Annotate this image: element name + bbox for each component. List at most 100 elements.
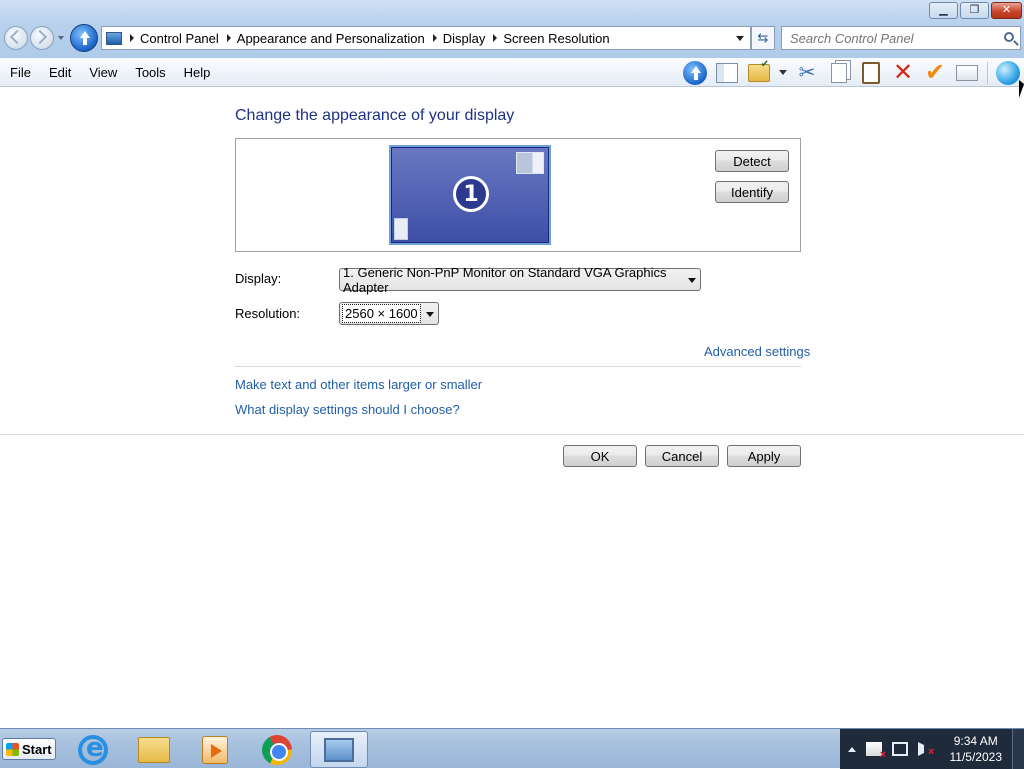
chevron-down-icon	[426, 312, 434, 317]
advanced-settings-link[interactable]: Advanced settings	[704, 344, 810, 359]
display-label: Display:	[235, 271, 282, 286]
control-panel-icon	[106, 31, 122, 45]
title-bar: ▁ ❐ ✕ Control Panel Appearance and Perso…	[0, 0, 1024, 58]
search-input[interactable]	[790, 30, 1000, 46]
which-settings-link[interactable]: What display settings should I choose?	[235, 402, 460, 417]
window-thumbnail-icon	[516, 152, 544, 174]
taskbar-file-explorer[interactable]	[125, 731, 183, 768]
menu-bar: File Edit View Tools Help ✔ ✂ ✕ ✔	[0, 58, 1024, 87]
text-size-link[interactable]: Make text and other items larger or smal…	[235, 377, 482, 392]
monitor-1-preview[interactable]: 1	[389, 145, 551, 245]
restore-button[interactable]: ❐	[960, 2, 989, 19]
show-hidden-icons-icon[interactable]	[848, 746, 856, 752]
menu-edit[interactable]: Edit	[41, 65, 79, 80]
forward-button[interactable]	[30, 26, 54, 50]
taskbar-internet-explorer[interactable]	[64, 731, 122, 768]
network-icon[interactable]	[892, 742, 908, 756]
back-arrow-icon	[9, 29, 25, 45]
display-select[interactable]: 1. Generic Non-PnP Monitor on Standard V…	[339, 265, 701, 295]
toolbar-delete-button[interactable]: ✕	[890, 59, 916, 86]
screen-resolution-window: ▁ ❐ ✕ Control Panel Appearance and Perso…	[0, 0, 1024, 728]
toolbar-pane-button[interactable]	[714, 61, 740, 85]
internet-explorer-icon	[78, 733, 108, 765]
footer-divider	[0, 434, 1024, 435]
menu-help[interactable]: Help	[176, 65, 219, 80]
address-bar[interactable]: Control Panel Appearance and Personaliza…	[101, 26, 751, 50]
back-button[interactable]	[4, 26, 28, 50]
properties-icon	[956, 64, 978, 81]
file-explorer-icon	[138, 736, 170, 763]
copy-icon	[831, 62, 847, 83]
taskbar-chrome[interactable]	[248, 731, 306, 768]
taskbar-media-player[interactable]	[186, 731, 244, 768]
cancel-button[interactable]: Cancel	[645, 445, 719, 467]
breadcrumb-separator-icon[interactable]	[493, 34, 498, 42]
up-level-button[interactable]	[70, 24, 98, 52]
paste-icon	[862, 61, 880, 84]
monitor-number: 1	[453, 176, 489, 212]
menu-tools[interactable]: Tools	[127, 65, 173, 80]
breadcrumb-screen-resolution[interactable]: Screen Resolution	[503, 31, 609, 46]
breadcrumb-display[interactable]: Display	[443, 31, 486, 46]
breadcrumb-separator-icon[interactable]	[226, 34, 231, 42]
up-icon	[683, 60, 707, 85]
search-box[interactable]	[781, 26, 1021, 50]
volume-muted-icon[interactable]	[918, 742, 934, 758]
toolbar-dropdown-icon[interactable]	[779, 70, 787, 75]
breadcrumb-separator-icon[interactable]	[432, 34, 437, 42]
ok-button[interactable]: OK	[563, 445, 637, 467]
identify-button[interactable]: Identify	[715, 181, 789, 203]
menu-view[interactable]: View	[81, 65, 125, 80]
breadcrumb-separator-icon[interactable]	[130, 34, 134, 42]
clock[interactable]: 9:34 AM 11/5/2023	[950, 733, 1003, 765]
address-dropdown-icon[interactable]	[736, 36, 744, 41]
toolbar-ok-button[interactable]: ✔	[922, 59, 948, 86]
minimize-icon: ▁	[939, 4, 948, 16]
cut-icon: ✂	[798, 61, 816, 84]
refresh-icon: ⇆	[757, 30, 769, 45]
taskbar-thumbnail-icon	[394, 218, 408, 240]
toolbar-globe-button[interactable]	[995, 60, 1021, 85]
control-panel-icon	[324, 737, 354, 762]
main-content: Change the appearance of your display 1 …	[0, 88, 1024, 728]
chevron-down-icon	[688, 278, 696, 283]
taskbar-control-panel[interactable]	[310, 731, 368, 768]
toolbar-paste-button[interactable]	[858, 61, 884, 85]
apply-button[interactable]: Apply	[727, 445, 801, 467]
close-icon: ✕	[1001, 4, 1012, 16]
caption-buttons: ▁ ❐ ✕	[929, 2, 1022, 20]
page-title: Change the appearance of your display	[235, 107, 515, 124]
media-player-icon	[202, 735, 228, 764]
resolution-select[interactable]: 2560 × 1600	[339, 302, 439, 325]
search-icon[interactable]	[1004, 32, 1014, 42]
show-desktop-button[interactable]	[1012, 729, 1024, 769]
menu-file[interactable]: File	[2, 65, 39, 80]
breadcrumb-control-panel[interactable]: Control Panel	[140, 31, 219, 46]
check-icon: ✔	[924, 59, 946, 86]
resolution-select-value: 2560 × 1600	[342, 304, 421, 323]
toolbar-cut-button[interactable]: ✂	[794, 61, 820, 85]
restore-icon: ❐	[969, 4, 980, 16]
action-center-icon[interactable]	[866, 742, 886, 761]
toolbar-divider	[987, 61, 988, 84]
refresh-button[interactable]: ⇆	[751, 26, 775, 50]
minimize-button[interactable]: ▁	[929, 2, 958, 19]
toolbar: ✔ ✂ ✕ ✔	[679, 58, 1024, 87]
chrome-icon	[262, 734, 292, 765]
detect-button[interactable]: Detect	[715, 150, 789, 172]
start-label: Start	[22, 741, 52, 757]
recent-pages-dropdown[interactable]	[58, 36, 64, 40]
globe-icon	[996, 60, 1020, 85]
windows-logo-icon	[6, 742, 19, 756]
clock-time: 9:34 AM	[953, 734, 998, 748]
toolbar-folder-options-button[interactable]: ✔	[746, 59, 772, 85]
toolbar-up-button[interactable]	[682, 60, 708, 85]
close-button[interactable]: ✕	[991, 2, 1022, 19]
start-button[interactable]: Start	[2, 738, 56, 760]
toolbar-properties-button[interactable]	[954, 61, 980, 85]
toolbar-copy-button[interactable]	[826, 61, 852, 85]
taskbar: Start 9:34 AM 11/5/2023	[0, 728, 1024, 769]
resolution-label: Resolution:	[235, 306, 301, 321]
mouse-cursor-icon	[1019, 80, 1024, 98]
breadcrumb-appearance[interactable]: Appearance and Personalization	[237, 31, 425, 46]
